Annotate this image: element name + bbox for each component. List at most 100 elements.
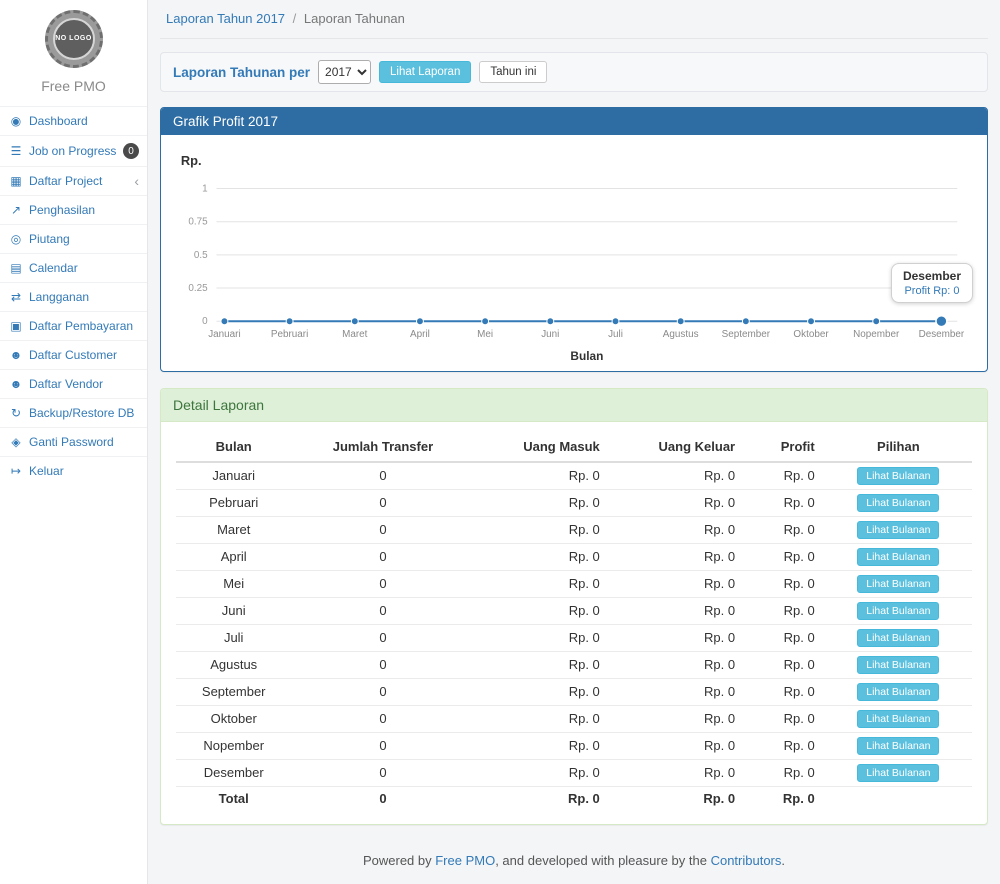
table-row: Juli0Rp. 0Rp. 0Rp. 0Lihat Bulanan (176, 624, 972, 651)
table-row: Juni0Rp. 0Rp. 0Rp. 0Lihat Bulanan (176, 597, 972, 624)
uang-keluar-cell: Rp. 0 (610, 462, 745, 490)
lihat-bulanan-button[interactable]: Lihat Bulanan (857, 521, 939, 539)
filter-label: Laporan Tahunan per (173, 65, 310, 80)
lihat-bulanan-button[interactable]: Lihat Bulanan (857, 737, 939, 755)
col-header-pilihan: Pilihan (825, 432, 972, 462)
month-cell: Desember (176, 759, 291, 786)
sidebar-item-label: Daftar Pembayaran (29, 319, 139, 333)
chevron-left-icon: ‹ (134, 174, 139, 188)
uang-masuk-cell: Rp. 0 (474, 651, 609, 678)
table-row: Oktober0Rp. 0Rp. 0Rp. 0Lihat Bulanan (176, 705, 972, 732)
chart-area: Rp.00.250.50.751JanuariPebruariMaretApri… (161, 135, 987, 371)
sidebar-item-dashboard[interactable]: ◉Dashboard (0, 106, 147, 135)
subscription-icon: ⇄ (9, 290, 23, 304)
uang-keluar-cell: Rp. 0 (610, 543, 745, 570)
chart-tooltip-value: Profit Rp: 0 (903, 285, 961, 297)
year-select[interactable]: 2017 (318, 60, 371, 84)
uang-masuk-cell: Rp. 0 (474, 489, 609, 516)
sidebar-item-job-on-progress[interactable]: ☰Job on Progress0 (0, 135, 147, 166)
lihat-bulanan-button[interactable]: Lihat Bulanan (857, 467, 939, 485)
svg-text:September: September (722, 329, 771, 340)
lihat-bulanan-button[interactable]: Lihat Bulanan (857, 629, 939, 647)
month-cell: Juli (176, 624, 291, 651)
sidebar-item-keluar[interactable]: ↦Keluar (0, 456, 147, 485)
lihat-bulanan-button[interactable]: Lihat Bulanan (857, 575, 939, 593)
table-row: Januari0Rp. 0Rp. 0Rp. 0Lihat Bulanan (176, 462, 972, 490)
sidebar-item-piutang[interactable]: ◎Piutang (0, 224, 147, 253)
vendors-icon: ☻ (9, 377, 23, 391)
table-row: September0Rp. 0Rp. 0Rp. 0Lihat Bulanan (176, 678, 972, 705)
table-total-row: Total0Rp. 0Rp. 0Rp. 0 (176, 786, 972, 810)
uang-masuk-cell: Rp. 0 (474, 759, 609, 786)
uang-masuk-cell: Rp. 0 (474, 705, 609, 732)
lihat-bulanan-button[interactable]: Lihat Bulanan (857, 602, 939, 620)
breadcrumb-current: Laporan Tahunan (304, 11, 405, 26)
table-header-row: Bulan Jumlah Transfer Uang Masuk Uang Ke… (176, 432, 972, 462)
lihat-bulanan-button[interactable]: Lihat Bulanan (857, 764, 939, 782)
total-uang-masuk-cell: Rp. 0 (474, 786, 609, 810)
uang-keluar-cell: Rp. 0 (610, 678, 745, 705)
uang-masuk-cell: Rp. 0 (474, 516, 609, 543)
table-row: Pebruari0Rp. 0Rp. 0Rp. 0Lihat Bulanan (176, 489, 972, 516)
jumlah-transfer-cell: 0 (291, 543, 474, 570)
lihat-laporan-button[interactable]: Lihat Laporan (379, 61, 471, 83)
uang-masuk-cell: Rp. 0 (474, 570, 609, 597)
svg-text:Nopember: Nopember (853, 329, 900, 340)
lihat-bulanan-button[interactable]: Lihat Bulanan (857, 494, 939, 512)
sidebar-item-label: Daftar Customer (29, 348, 139, 362)
main-content: Laporan Tahun 2017 / Laporan Tahunan Lap… (148, 0, 1000, 884)
password-lock-icon: ◈ (9, 435, 23, 449)
jumlah-transfer-cell: 0 (291, 570, 474, 597)
lihat-bulanan-button[interactable]: Lihat Bulanan (857, 710, 939, 728)
sidebar-item-label: Calendar (29, 261, 139, 275)
chart-tooltip: Desember Profit Rp: 0 (891, 263, 973, 303)
app-window: NO LOGO Free PMO ◉Dashboard☰Job on Progr… (0, 0, 1000, 884)
uang-masuk-cell: Rp. 0 (474, 678, 609, 705)
col-header-profit: Profit (745, 432, 825, 462)
sidebar: NO LOGO Free PMO ◉Dashboard☰Job on Progr… (0, 0, 148, 884)
pilihan-cell: Lihat Bulanan (825, 543, 972, 570)
jumlah-transfer-cell: 0 (291, 489, 474, 516)
sidebar-item-daftar-pembayaran[interactable]: ▣ Daftar Pembayaran (0, 311, 147, 340)
free-pmo-link[interactable]: Free PMO (435, 853, 495, 868)
sidebar-item-calendar[interactable]: ▤Calendar (0, 253, 147, 282)
pilihan-cell: Lihat Bulanan (825, 759, 972, 786)
svg-text:Mei: Mei (477, 329, 493, 340)
total-jumlah-transfer-cell: 0 (291, 786, 474, 810)
sidebar-item-daftar-project[interactable]: ▦Daftar Project‹ (0, 166, 147, 195)
tahun-ini-button[interactable]: Tahun ini (479, 61, 547, 83)
uang-keluar-cell: Rp. 0 (610, 516, 745, 543)
brand-name: Free PMO (0, 78, 147, 94)
sidebar-item-langganan[interactable]: ⇄Langganan (0, 282, 147, 311)
grafik-profit-panel-title: Grafik Profit 2017 (161, 108, 987, 135)
sidebar-item-penghasilan[interactable]: ↗Penghasilan (0, 195, 147, 224)
profit-line-chart[interactable]: Rp.00.250.50.751JanuariPebruariMaretApri… (165, 141, 983, 369)
profit-cell: Rp. 0 (745, 543, 825, 570)
lihat-bulanan-button[interactable]: Lihat Bulanan (857, 656, 939, 674)
uang-keluar-cell: Rp. 0 (610, 597, 745, 624)
logo-area: NO LOGO Free PMO (0, 0, 147, 94)
lihat-bulanan-button[interactable]: Lihat Bulanan (857, 548, 939, 566)
payment-icon: ▣ (9, 319, 23, 333)
profit-cell: Rp. 0 (745, 516, 825, 543)
pilihan-cell: Lihat Bulanan (825, 705, 972, 732)
month-cell: Nopember (176, 732, 291, 759)
sidebar-item-backup-restore-db[interactable]: ↻Backup/Restore DB (0, 398, 147, 427)
sidebar-item-label: Job on Progress (29, 144, 117, 158)
breadcrumb-parent-link[interactable]: Laporan Tahun 2017 (166, 11, 285, 26)
lihat-bulanan-button[interactable]: Lihat Bulanan (857, 683, 939, 701)
profit-cell: Rp. 0 (745, 678, 825, 705)
total-label-cell: Total (176, 786, 291, 810)
contributors-link[interactable]: Contributors (711, 853, 782, 868)
pilihan-cell: Lihat Bulanan (825, 516, 972, 543)
profit-cell: Rp. 0 (745, 705, 825, 732)
income-chart-icon: ↗ (9, 203, 23, 217)
table-row: Agustus0Rp. 0Rp. 0Rp. 0Lihat Bulanan (176, 651, 972, 678)
sidebar-item-ganti-password[interactable]: ◈Ganti Password (0, 427, 147, 456)
detail-laporan-body: Bulan Jumlah Transfer Uang Masuk Uang Ke… (161, 422, 987, 824)
total-profit-cell: Rp. 0 (745, 786, 825, 810)
footer: Powered by Free PMO, and developed with … (160, 841, 988, 884)
sidebar-item-daftar-vendor[interactable]: ☻Daftar Vendor (0, 369, 147, 398)
sidebar-item-daftar-customer[interactable]: ☻Daftar Customer (0, 340, 147, 369)
receivable-icon: ◎ (9, 232, 23, 246)
